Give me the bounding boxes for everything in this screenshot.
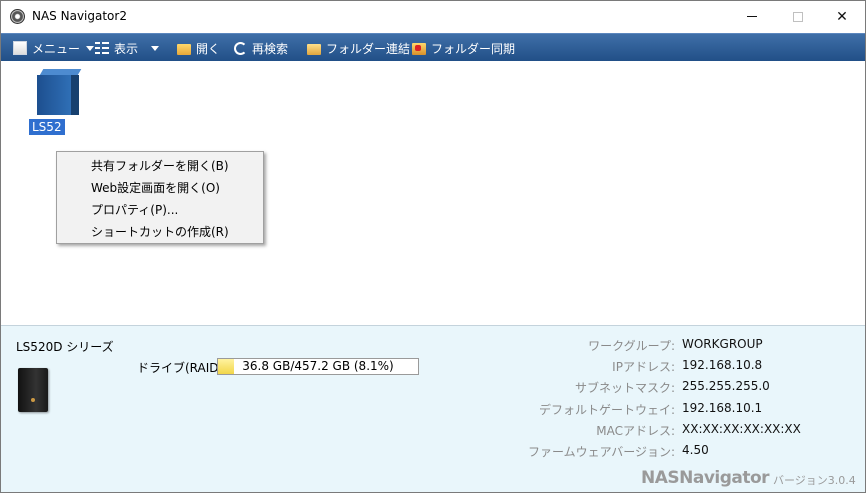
chevron-down-icon — [86, 45, 95, 51]
ip-row: IPアドレス: 192.168.10.8 — [501, 358, 841, 378]
gateway-row: デフォルトゲートウェイ: 192.168.10.1 — [501, 401, 841, 421]
nas-cube-side — [71, 75, 79, 115]
workgroup-row: ワークグループ: WORKGROUP — [501, 337, 841, 357]
folder-link-icon — [307, 43, 321, 55]
maximize-icon — [793, 11, 803, 22]
folder-link-button-label: フォルダー連結 — [326, 41, 411, 56]
view-button-label: 表示 — [114, 41, 139, 56]
minimize-button[interactable] — [729, 1, 775, 32]
drive-usage-text: 36.8 GB/457.2 GB (8.1%) — [242, 359, 394, 373]
firmware-row: ファームウェアバージョン: 4.50 — [501, 443, 841, 463]
folder-link-button[interactable]: フォルダー連結 — [307, 34, 410, 62]
mac-row: MACアドレス: XX:XX:XX:XX:XX:XX — [501, 422, 841, 442]
maximize-button[interactable] — [775, 1, 821, 32]
subnet-label: サブネットマスク: — [574, 381, 675, 395]
folder-sync-button-label: フォルダー同期 — [431, 41, 516, 56]
device-list-area[interactable]: LS52 共有フォルダーを開く(B) Web設定画面を開く(O) プロパティ(P… — [1, 61, 865, 325]
device-info-panel: LS520D シリーズ ドライブ(RAID1) 36.8 GB/457.2 GB… — [1, 325, 865, 492]
nas-cube-front — [37, 75, 71, 115]
folder-sync-icon — [412, 42, 426, 55]
folder-open-icon — [177, 43, 191, 55]
mac-value: XX:XX:XX:XX:XX:XX — [682, 422, 801, 436]
view-button[interactable]: 表示 — [95, 34, 160, 62]
context-menu-properties[interactable]: プロパティ(P)... — [57, 199, 263, 221]
model-name: LS520D シリーズ — [16, 340, 114, 354]
chevron-down-icon — [151, 45, 160, 51]
context-menu-open-shared-folder[interactable]: 共有フォルダーを開く(B) — [57, 155, 263, 177]
window-title: NAS Navigator2 — [32, 9, 127, 23]
context-menu-open-web-settings[interactable]: Web設定画面を開く(O) — [57, 177, 263, 199]
firmware-value: 4.50 — [682, 443, 709, 457]
version-text: バージョン3.0.4 — [773, 474, 856, 487]
subnet-value: 255.255.255.0 — [682, 379, 770, 393]
nas-device-image — [18, 368, 48, 412]
device-tile-label[interactable]: LS52 — [29, 119, 65, 135]
refresh-icon — [234, 41, 247, 55]
toolbar: メニュー 表示 開く 再検索 フォルダー連結 フォルダー同期 — [1, 33, 865, 61]
minimize-icon — [747, 16, 757, 17]
menu-button-label: メニュー — [32, 41, 81, 56]
context-menu-create-shortcut[interactable]: ショートカットの作成(R) — [57, 221, 263, 243]
ip-value: 192.168.10.8 — [682, 358, 763, 372]
workgroup-value: WORKGROUP — [682, 337, 763, 351]
rescan-button[interactable]: 再検索 — [234, 34, 288, 62]
brand-logo: NASNavigator — [641, 468, 770, 488]
view-icon — [95, 41, 109, 55]
folder-sync-button[interactable]: フォルダー同期 — [412, 34, 515, 62]
subnet-row: サブネットマスク: 255.255.255.0 — [501, 379, 841, 399]
nas-navigator-window: NAS Navigator2 ✕ メニュー 表示 開く 再検索 フォルダー連結 — [0, 0, 866, 493]
nas-device-icon[interactable] — [37, 67, 82, 117]
mac-label: MACアドレス: — [596, 424, 675, 438]
gateway-value: 192.168.10.1 — [682, 401, 763, 415]
firmware-label: ファームウェアバージョン: — [528, 445, 675, 459]
menu-button[interactable]: メニュー — [13, 34, 95, 62]
app-icon — [10, 9, 25, 24]
workgroup-label: ワークグループ: — [588, 339, 675, 353]
close-button[interactable]: ✕ — [819, 1, 865, 32]
gateway-label: デフォルトゲートウェイ: — [538, 403, 675, 417]
menu-icon — [13, 41, 27, 55]
context-menu: 共有フォルダーを開く(B) Web設定画面を開く(O) プロパティ(P)... … — [56, 151, 264, 244]
ip-label: IPアドレス: — [612, 360, 675, 374]
rescan-button-label: 再検索 — [252, 41, 289, 56]
open-button[interactable]: 開く — [177, 34, 220, 62]
open-button-label: 開く — [196, 41, 221, 56]
title-bar[interactable]: NAS Navigator2 ✕ — [1, 1, 865, 33]
drive-usage-bar: 36.8 GB/457.2 GB (8.1%) — [217, 358, 419, 375]
